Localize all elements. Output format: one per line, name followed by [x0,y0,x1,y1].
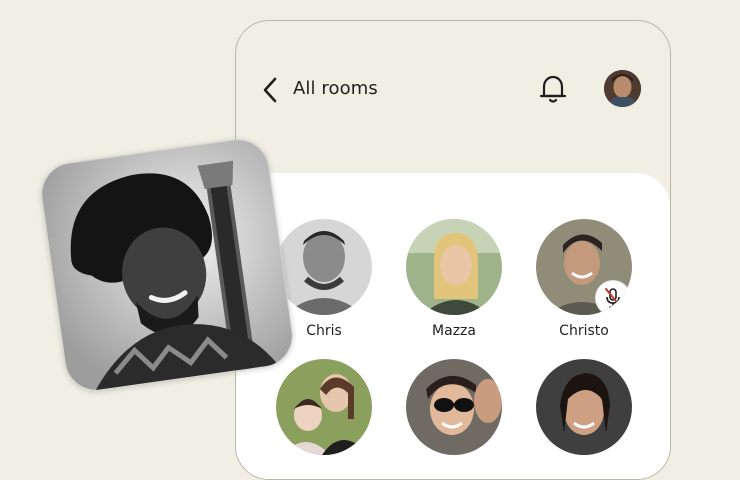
participant-name: Christo [559,323,609,339]
room-card: Chris Mazza Christo [236,173,670,479]
mute-badge [596,281,630,315]
profile-photo [604,70,641,107]
participant-6[interactable] [534,359,634,455]
participant-photo [276,359,372,455]
phone-frame: All rooms Chris Mazza Christo [235,20,671,480]
bell-icon [539,75,567,103]
page-title: All rooms [293,78,378,99]
participant-photo [406,219,502,315]
back-button[interactable] [258,73,282,107]
participant-4[interactable] [274,359,374,455]
featured-photo [37,135,297,395]
participant-christo[interactable]: Christo [534,219,634,339]
notifications-button[interactable] [536,71,570,105]
microphone-muted-icon [605,288,621,308]
participant-5[interactable] [404,359,504,455]
participant-mazza[interactable]: Mazza [404,219,504,339]
participants-grid: Chris Mazza Christo [236,173,670,479]
participant-photo [536,219,632,315]
participant-photo [276,219,372,315]
avatar[interactable] [604,70,641,107]
header: All rooms [236,21,670,171]
chevron-left-icon [263,77,277,103]
participant-name: Mazza [432,323,476,339]
participant-photo [406,359,502,455]
participant-photo [536,359,632,455]
